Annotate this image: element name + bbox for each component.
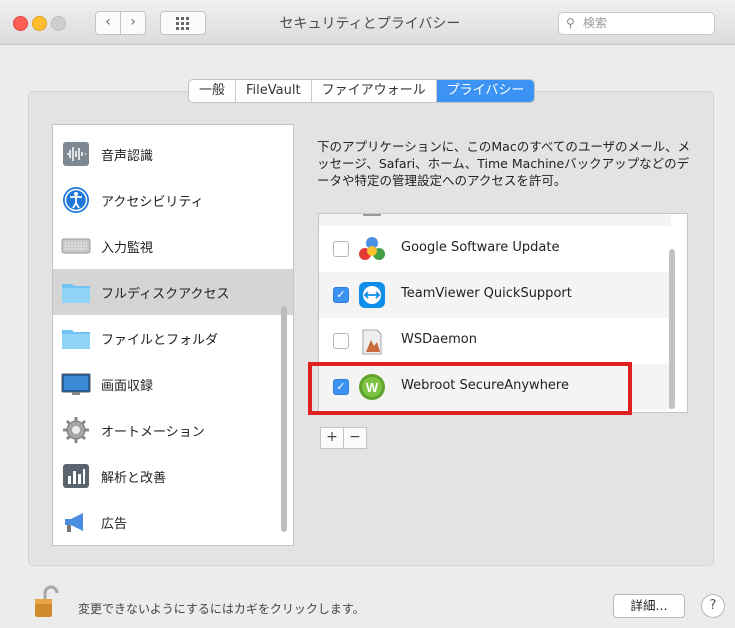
sidebar-item-automation[interactable]: オートメーション [53, 407, 293, 453]
sidebar-item-input-monitoring[interactable]: 入力監視 [53, 223, 293, 269]
sidebar-item-speech-recognition[interactable]: 音声認識 [53, 131, 293, 177]
app-name: Google Software Update [401, 240, 560, 255]
grid-icon [186, 27, 189, 30]
sidebar-item-label: 音声認識 [101, 149, 154, 164]
lock-hint-text: 変更できないようにするにはカギをクリックします。 [78, 602, 365, 616]
accessibility-icon [63, 187, 89, 213]
lock-icon[interactable] [33, 585, 61, 619]
app-name: TeamViewer QuickSupport [401, 286, 572, 301]
folder-icon [62, 330, 90, 349]
sidebar-item-files-and-folders[interactable]: ファイルとフォルダ [53, 315, 293, 361]
app-checkbox[interactable] [333, 241, 349, 257]
speech-recognition-icon [63, 142, 89, 166]
grid-icon [181, 17, 184, 20]
display-icon [61, 373, 91, 395]
search-input[interactable]: ⚲ 検索 [558, 12, 715, 35]
tab-firewall[interactable]: ファイアウォール [312, 80, 437, 102]
remove-button[interactable]: − [343, 428, 366, 448]
gear-icon [63, 417, 89, 443]
grid-icon [176, 22, 179, 25]
sidebar-item-label: フルディスクアクセス [101, 287, 230, 302]
list-item-teamviewer[interactable]: ✓ TeamViewer QuickSupport [319, 272, 671, 318]
sidebar-item-label: 入力監視 [101, 241, 154, 256]
sidebar-item-accessibility[interactable]: アクセシビリティ [53, 177, 293, 223]
search-icon: ⚲ [566, 16, 575, 30]
keyboard-icon [61, 238, 91, 254]
close-button[interactable] [13, 16, 28, 31]
preferences-window: ‹ › セキュリティとプライバシー ⚲ 検索 一般 FileVault ファイア… [0, 0, 735, 628]
list-item-wsdaemon[interactable]: WSDaemon [319, 318, 671, 364]
tab-bar: 一般 FileVault ファイアウォール プライバシー [188, 79, 536, 103]
advanced-button[interactable]: 詳細... [613, 594, 685, 618]
tab-filevault[interactable]: FileVault [236, 80, 312, 102]
folder-icon [62, 284, 90, 303]
list-item-partial [319, 214, 671, 226]
app-checkbox[interactable] [333, 333, 349, 349]
add-button[interactable]: + [321, 428, 343, 448]
google-software-update-icon [359, 237, 385, 260]
window-title: セキュリティとプライバシー [279, 16, 461, 32]
app-checkbox-checked[interactable]: ✓ [333, 287, 349, 303]
sidebar-item-label: ファイルとフォルダ [101, 333, 219, 348]
full-disk-access-description: 下のアプリケーションに、このMacのすべてのユーザのメール、メッセージ、Safa… [317, 139, 691, 188]
grid-icon [186, 22, 189, 25]
grid-icon [176, 27, 179, 30]
sidebar-item-label: オートメーション [101, 425, 205, 440]
title-bar: ‹ › セキュリティとプライバシー ⚲ 検索 [0, 0, 735, 45]
list-controls: + − [320, 427, 367, 449]
sidebar-item-label: アクセシビリティ [101, 195, 204, 210]
sidebar-item-label: 広告 [101, 517, 128, 532]
grid-icon [186, 17, 189, 20]
tab-general[interactable]: 一般 [189, 80, 237, 102]
help-button[interactable]: ? [701, 594, 725, 618]
sidebar-item-full-disk-access[interactable]: フルディスクアクセス [53, 269, 293, 315]
sidebar-item-label: 解析と改善 [101, 471, 167, 486]
tab-privacy[interactable]: プライバシー [436, 80, 535, 102]
minimize-button[interactable] [32, 16, 47, 31]
highlight-box [308, 362, 632, 415]
app-name: WSDaemon [401, 332, 477, 347]
app-icon [363, 214, 381, 216]
analytics-icon [63, 464, 89, 488]
grid-icon [181, 22, 184, 25]
show-all-button[interactable] [160, 11, 206, 35]
list-item-google-software-update[interactable]: Google Software Update [319, 226, 671, 272]
grid-icon [176, 17, 179, 20]
wsdaemon-icon [362, 329, 382, 355]
sidebar-item-analytics[interactable]: 解析と改善 [53, 453, 293, 499]
back-button[interactable]: ‹ [95, 11, 121, 35]
privacy-category-list[interactable]: 音声認識 アクセシビリティ 入力監視 フルディスクアクセス ファイルとフォルダ … [52, 124, 294, 546]
sidebar-item-screen-recording[interactable]: 画面収録 [53, 361, 293, 407]
forward-button[interactable]: › [120, 11, 146, 35]
zoom-button[interactable] [51, 16, 66, 31]
teamviewer-icon [359, 282, 385, 308]
sidebar-item-label: 画面収録 [101, 379, 154, 394]
megaphone-icon [65, 513, 83, 532]
search-placeholder: 検索 [583, 16, 608, 30]
sidebar-item-advertising[interactable]: 広告 [53, 499, 293, 545]
app-list-scrollbar[interactable] [669, 249, 675, 409]
sidebar-scrollbar[interactable] [281, 306, 287, 532]
grid-icon [181, 27, 184, 30]
